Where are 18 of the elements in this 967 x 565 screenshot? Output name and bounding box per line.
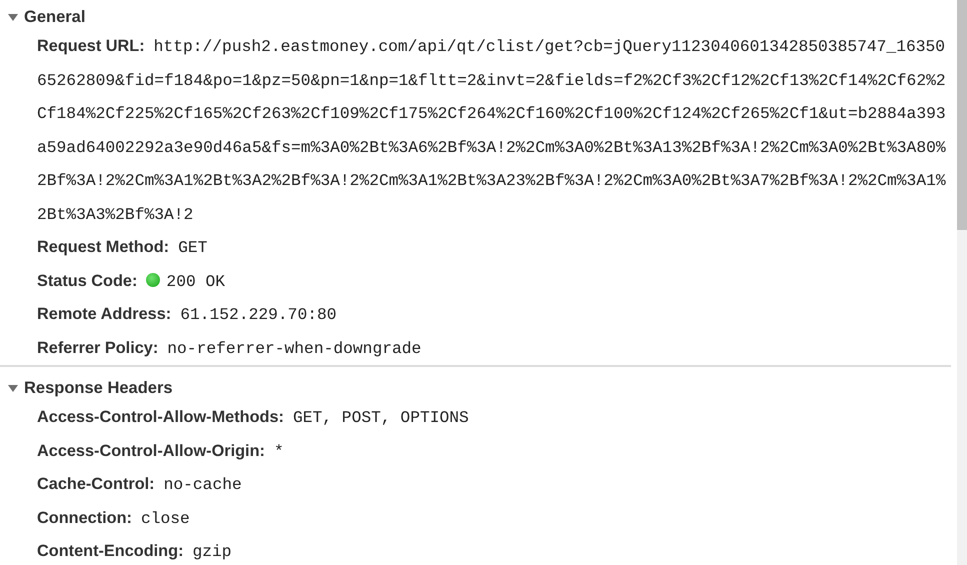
expand-triangle-icon[interactable] — [8, 12, 18, 22]
header-line: Remote Address: 61.152.229.70:80 — [37, 304, 338, 326]
header-line: Connection: close — [37, 508, 191, 530]
header-line: Referrer Policy: no-referrer-when-downgrade — [37, 338, 422, 360]
header-line: Request URL: http://push2.eastmoney.com/api/qt/clist/get?cb=jQuery1123040601342850385747_1635065262809&fid=f184&po=1&pz=50&pn=1&np=1&fltt=2&invt=2&fields=f2%2Cf3%2Cf12%2Cf13%2Cf14%2Cf62%2Cf184%2Cf225%2Cf165%2Cf263%2Cf109%2Cf175%2Cf264%2Cf160%2Cf100%2Cf124%2Cf265%2Cf1&ut=b2884a393a59ad64002292a3e90d46a5&fs=m%3A0%2Bt%3A6%2Bf%3A!2%2Cm%3A0%2Bt%3A13%2Bf%3A!2%2Cm%3A0%2Bt%3A80%2Bf%3A!2%2Cm%3A1%2Bt%3A2%2Bf%3A!2%2Cm%3A1%2Bt%3A23%2Bf%3A!2%2Cm%3A0%2Bt%3A7%2Bf%3A!2%2Cm%3A1%2Bt%3A3%2Bf%3A!2 — [37, 36, 947, 226]
header-line: Access-Control-Allow-Origin: * — [37, 440, 285, 462]
expand-triangle-icon[interactable] — [8, 383, 18, 393]
section-title[interactable]: General — [24, 8, 86, 26]
section-title[interactable]: Response Headers — [24, 378, 173, 398]
header-line: Request Method: GET — [37, 237, 208, 259]
scrollbar-thumb[interactable] — [957, 0, 967, 230]
status-dot-icon — [146, 272, 160, 286]
header-line: Cache-Control: no-cache — [37, 474, 243, 496]
header-name: Status Code: — [37, 272, 138, 290]
header-line: Access-Control-Allow-Methods: GET, POST, OPTIONS — [37, 407, 470, 429]
header-value: 200 OK — [166, 272, 226, 290]
scrollbar[interactable] — [957, 0, 967, 565]
header-line: Content-Encoding: gzip — [37, 541, 233, 563]
